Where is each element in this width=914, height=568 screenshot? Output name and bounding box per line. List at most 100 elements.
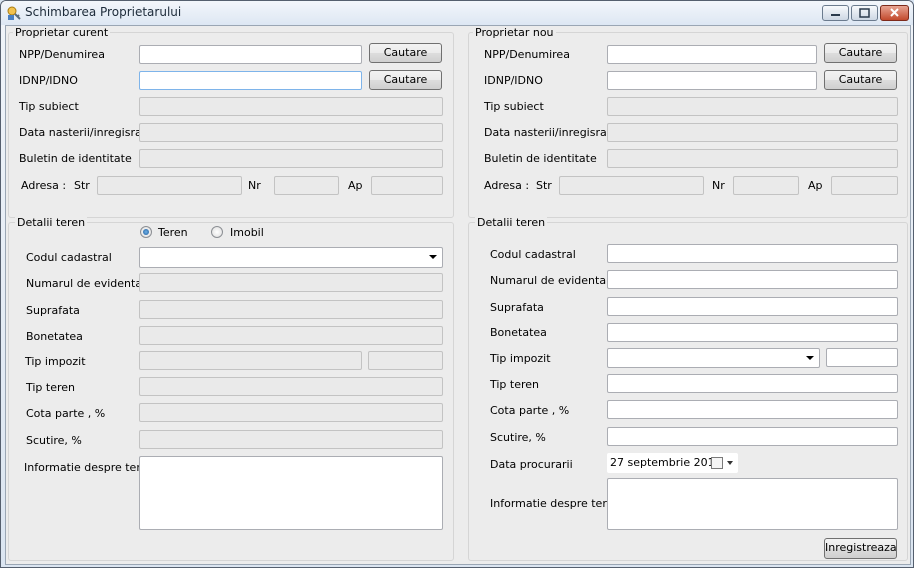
maximize-button[interactable]	[851, 5, 878, 21]
imobil-radio[interactable]	[211, 226, 223, 238]
new-data-nasterii-field	[607, 123, 898, 142]
app-icon	[7, 6, 21, 20]
current-nr-label: Nr	[248, 179, 261, 192]
new-idnp-label: IDNP/IDNO	[484, 74, 543, 87]
current-numar-evidenta-label: Numarul de evidenta	[26, 277, 143, 290]
new-cota-parte-input[interactable]	[607, 400, 898, 419]
current-nr-field	[274, 176, 339, 195]
chevron-down-icon	[429, 255, 437, 259]
current-cod-cadastral-combo[interactable]	[139, 247, 443, 268]
new-numar-evidenta-label: Numarul de evidenta	[490, 274, 607, 287]
current-data-nasterii-field	[139, 123, 443, 142]
current-tip-subiect-label: Tip subiect	[19, 100, 79, 113]
current-suprafata-label: Suprafata	[26, 304, 80, 317]
teren-radio-label[interactable]: Teren	[158, 226, 188, 239]
client-area: Proprietar curent NPP/Denumirea Cautare …	[5, 25, 911, 565]
current-bonetatea-field	[139, 326, 443, 345]
current-tip-subiect-field	[139, 97, 443, 116]
current-data-nasterii-label: Data nasterii/inregisrarii	[19, 126, 153, 139]
close-icon	[890, 8, 899, 17]
new-tip-impozit-extra-input[interactable]	[826, 348, 898, 367]
current-buletin-label: Buletin de identitate	[19, 152, 132, 165]
new-idnp-search-button[interactable]: Cautare	[824, 70, 897, 90]
new-bonetatea-input[interactable]	[607, 323, 898, 342]
new-scutire-label: Scutire, %	[490, 431, 546, 444]
current-informatie-label: Informatie despre teren	[24, 461, 155, 474]
maximize-icon	[859, 8, 870, 18]
new-data-procurarii-picker[interactable]: 27 septembrie 2010	[607, 453, 738, 473]
new-numar-evidenta-input[interactable]	[607, 270, 898, 289]
imobil-radio-label[interactable]: Imobil	[230, 226, 264, 239]
minimize-button[interactable]	[822, 5, 849, 21]
new-informatie-label: Informatie despre teren	[490, 497, 621, 510]
current-cod-cadastral-label: Codul cadastral	[26, 251, 112, 264]
current-idnp-search-button[interactable]: Cautare	[369, 70, 442, 90]
current-idnp-label: IDNP/IDNO	[19, 74, 78, 87]
title-bar[interactable]: Schimbarea Proprietarului	[1, 1, 913, 25]
new-ap-label: Ap	[808, 179, 823, 192]
new-buletin-label: Buletin de identitate	[484, 152, 597, 165]
new-informatie-textarea[interactable]	[607, 478, 898, 530]
save-button[interactable]: Inregistreaza	[824, 538, 897, 559]
current-informatie-textarea[interactable]	[139, 456, 443, 530]
current-adresa-label: Adresa :	[21, 179, 67, 192]
calendar-icon[interactable]	[711, 457, 723, 469]
current-idnp-input[interactable]	[139, 71, 362, 90]
minimize-icon	[831, 14, 840, 16]
current-ap-field	[371, 176, 443, 195]
new-data-procurarii-label: Data procurarii	[490, 458, 573, 471]
new-adresa-label: Adresa :	[484, 179, 530, 192]
new-npp-input[interactable]	[607, 45, 817, 64]
current-str-label: Str	[74, 179, 90, 192]
new-tip-impozit-combo[interactable]	[607, 348, 820, 368]
new-tip-impozit-label: Tip impozit	[490, 352, 551, 365]
current-numar-evidenta-field	[139, 273, 443, 292]
current-tip-teren-field	[139, 377, 443, 396]
current-cota-parte-label: Cota parte , %	[26, 407, 106, 420]
new-cod-cadastral-input[interactable]	[607, 244, 898, 263]
new-buletin-field	[607, 149, 898, 168]
current-cota-parte-field	[139, 403, 443, 422]
new-cota-parte-label: Cota parte , %	[490, 404, 570, 417]
new-tip-subiect-label: Tip subiect	[484, 100, 544, 113]
new-data-nasterii-label: Data nasterii/inregisrarii	[484, 126, 618, 139]
new-scutire-input[interactable]	[607, 427, 898, 446]
new-str-field	[559, 176, 704, 195]
new-idnp-input[interactable]	[607, 71, 817, 90]
new-npp-label: NPP/Denumirea	[484, 48, 570, 61]
current-scutire-label: Scutire, %	[26, 434, 82, 447]
teren-radio[interactable]	[140, 226, 152, 238]
current-npp-label: NPP/Denumirea	[19, 48, 105, 61]
new-npp-search-button[interactable]: Cautare	[824, 43, 897, 63]
current-buletin-field	[139, 149, 443, 168]
new-nr-field	[733, 176, 799, 195]
new-tip-teren-input[interactable]	[607, 374, 898, 393]
new-str-label: Str	[536, 179, 552, 192]
current-tip-impozit-extra-field	[368, 351, 443, 370]
new-ap-field	[831, 176, 898, 195]
new-land-title: Detalii teren	[475, 216, 548, 229]
current-suprafata-field	[139, 300, 443, 319]
current-owner-title: Proprietar curent	[13, 26, 111, 39]
current-ap-label: Ap	[348, 179, 363, 192]
new-nr-label: Nr	[712, 179, 725, 192]
new-cod-cadastral-label: Codul cadastral	[490, 248, 576, 261]
current-bonetatea-label: Bonetatea	[26, 330, 83, 343]
app-window: Schimbarea Proprietarului Proprietar cur…	[0, 0, 914, 568]
current-land-title: Detalii teren	[15, 216, 88, 229]
chevron-down-icon[interactable]	[727, 461, 733, 465]
current-npp-input[interactable]	[139, 45, 362, 64]
new-tip-teren-label: Tip teren	[490, 378, 540, 391]
new-data-procurarii-value: 27 septembrie 2010	[610, 456, 722, 469]
new-bonetatea-label: Bonetatea	[490, 326, 547, 339]
close-button[interactable]	[880, 5, 909, 21]
new-suprafata-input[interactable]	[607, 297, 898, 316]
new-owner-title: Proprietar nou	[473, 26, 556, 39]
current-scutire-field	[139, 430, 443, 449]
window-title: Schimbarea Proprietarului	[25, 5, 182, 19]
new-suprafata-label: Suprafata	[490, 301, 544, 314]
current-tip-impozit-field	[139, 351, 362, 370]
current-tip-impozit-label: Tip impozit	[25, 355, 86, 368]
current-npp-search-button[interactable]: Cautare	[369, 43, 442, 63]
current-tip-teren-label: Tip teren	[26, 381, 76, 394]
